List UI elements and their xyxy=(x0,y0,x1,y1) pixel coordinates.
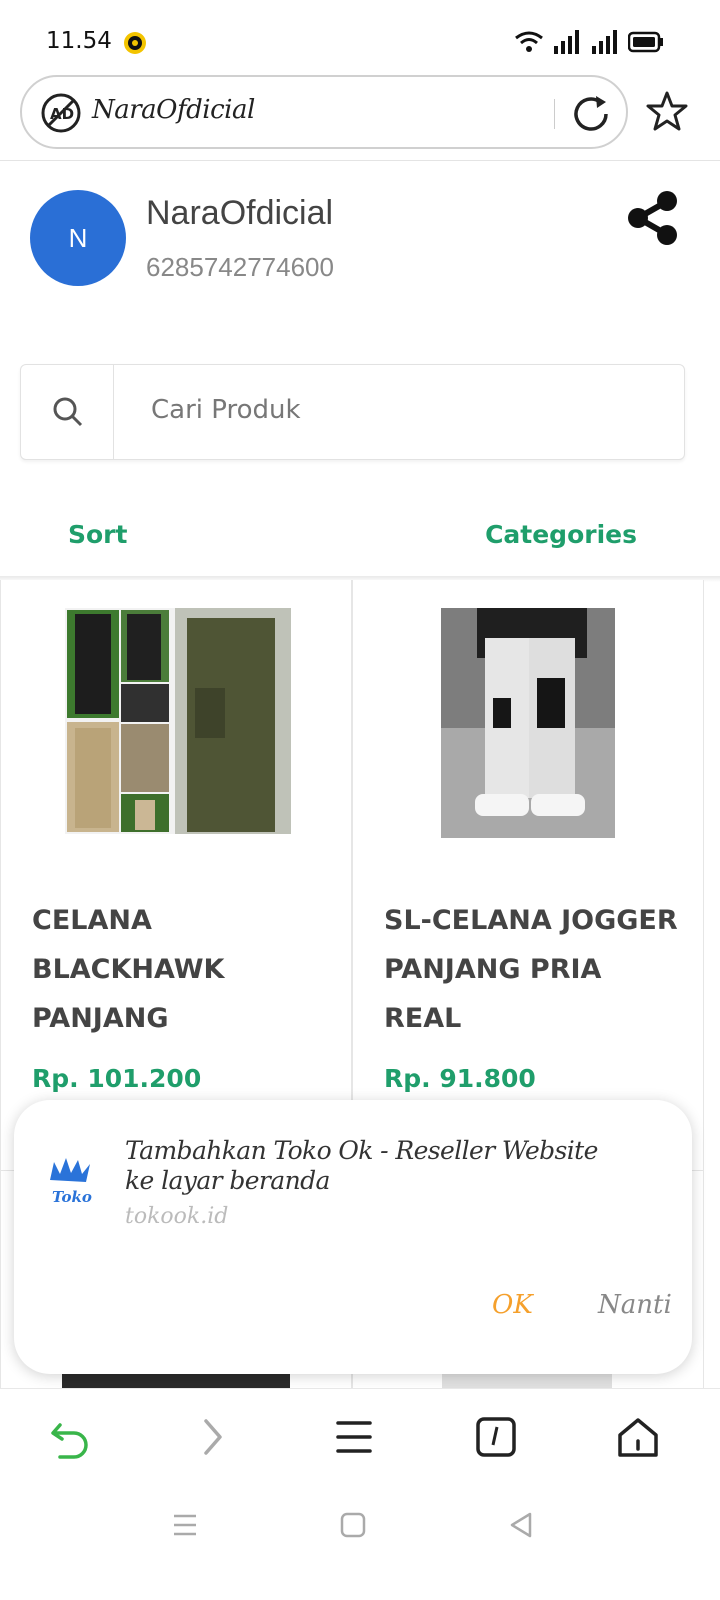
system-navigation-bar xyxy=(0,1486,720,1600)
product-title[interactable]: SL-CELANA JOGGER PANJANG PRIA REAL xyxy=(384,896,684,1043)
search-icon xyxy=(53,397,83,427)
svg-text:Toko: Toko xyxy=(52,1188,92,1206)
product-price: Rp. 101.200 xyxy=(32,1064,202,1093)
menu-icon[interactable] xyxy=(332,1415,376,1459)
later-button[interactable]: Nanti xyxy=(598,1290,672,1320)
wifi-icon xyxy=(515,31,543,52)
status-icons xyxy=(514,30,664,54)
product-image[interactable] xyxy=(441,608,615,838)
install-prompt-domain: tokook.id xyxy=(125,1204,229,1229)
back-button-icon[interactable] xyxy=(506,1510,536,1540)
browser-toolbar xyxy=(0,1388,720,1486)
install-prompt-title: Tambahkan Toko Ok - Reseller Website ke … xyxy=(125,1136,598,1195)
app-notification-icon xyxy=(124,32,146,54)
url-text[interactable]: NaraOfdicial xyxy=(92,95,255,125)
signal-icon xyxy=(592,30,617,54)
header-divider xyxy=(0,160,720,161)
toko-logo-icon: Toko xyxy=(50,1158,92,1206)
product-title[interactable]: CELANA BLACKHAWK PANJANG xyxy=(32,896,332,1043)
sort-button[interactable]: Sort xyxy=(68,520,127,549)
search-box xyxy=(20,364,685,460)
battery-icon xyxy=(628,31,663,53)
reload-icon[interactable] xyxy=(570,93,612,135)
address-divider xyxy=(554,99,555,129)
categories-button[interactable]: Categories xyxy=(485,520,637,549)
ok-button[interactable]: OK xyxy=(492,1290,533,1320)
shop-phone: 6285742774600 xyxy=(146,252,334,282)
home-button-icon[interactable] xyxy=(338,1510,368,1540)
forward-icon[interactable] xyxy=(190,1415,234,1459)
home-icon[interactable] xyxy=(616,1415,660,1459)
product-card[interactable]: CELANA BLACKHAWK PANJANG Rp. 101.200 xyxy=(0,580,352,1170)
shop-name: NaraOfdicial xyxy=(146,194,334,232)
address-bar[interactable]: AD NaraOfdicial xyxy=(20,75,628,149)
status-bar: 11.54 xyxy=(0,0,720,72)
avatar: N xyxy=(30,190,126,286)
adblock-icon[interactable]: AD xyxy=(40,92,82,134)
back-icon[interactable] xyxy=(48,1415,92,1459)
status-time: 11.54 xyxy=(46,28,112,54)
tabs-icon[interactable] xyxy=(474,1415,518,1459)
svg-text:AD: AD xyxy=(50,105,74,123)
search-button[interactable] xyxy=(21,365,114,459)
install-prompt-dialog: Toko Tambahkan Toko Ok - Reseller Websit… xyxy=(14,1100,692,1374)
recent-apps-icon[interactable] xyxy=(170,1510,200,1540)
share-icon[interactable] xyxy=(626,190,680,246)
product-image[interactable] xyxy=(65,608,291,834)
star-icon[interactable] xyxy=(646,90,688,132)
signal-icon xyxy=(554,30,579,54)
product-price: Rp. 91.800 xyxy=(384,1064,536,1093)
product-card[interactable]: SL-CELANA JOGGER PANJANG PRIA REAL Rp. 9… xyxy=(352,580,704,1170)
search-input[interactable] xyxy=(151,395,651,425)
